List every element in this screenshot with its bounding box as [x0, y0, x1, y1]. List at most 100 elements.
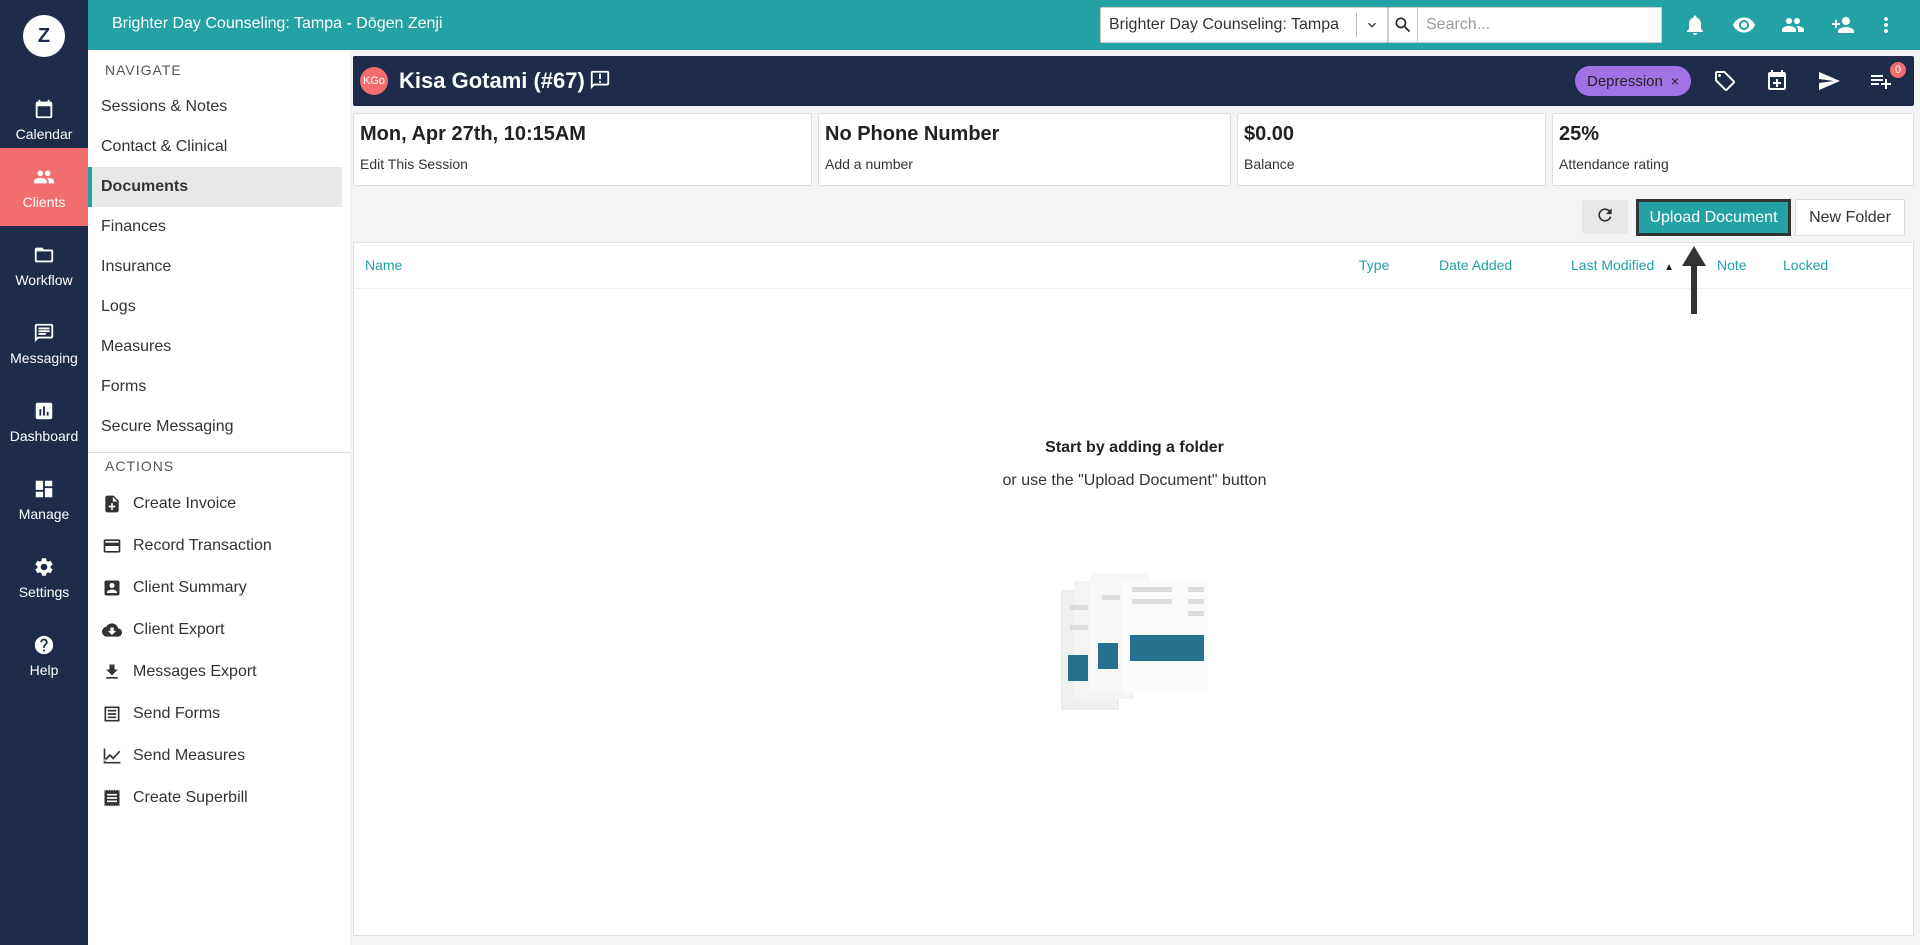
- sidebar-item-documents[interactable]: Documents: [88, 167, 342, 207]
- rail-label: Workflow: [15, 271, 73, 288]
- actions-section-label: ACTIONS: [105, 458, 175, 474]
- credit-card-icon: [101, 535, 123, 557]
- rail-label: Help: [29, 661, 59, 678]
- action-record-transaction[interactable]: Record Transaction: [88, 526, 342, 566]
- chevron-down-icon[interactable]: [1357, 17, 1387, 33]
- avatar[interactable]: KGo: [360, 67, 388, 95]
- sort-asc-icon: ▲: [1664, 262, 1675, 273]
- account-box-icon: [101, 577, 123, 599]
- rail-label: Settings: [18, 583, 70, 600]
- sidebar-item-measures[interactable]: Measures: [88, 327, 342, 367]
- clients-icon: [32, 165, 56, 189]
- action-label: Record Transaction: [133, 537, 272, 554]
- navigate-section-label: NAVIGATE: [105, 62, 182, 78]
- rail-item-manage[interactable]: Manage: [0, 460, 88, 538]
- action-messages-export[interactable]: Messages Export: [88, 652, 342, 692]
- action-client-summary[interactable]: Client Summary: [88, 568, 342, 608]
- rail-item-clients[interactable]: Clients: [0, 148, 88, 226]
- sidebar-divider: [88, 452, 350, 453]
- action-label: Client Export: [133, 621, 225, 638]
- rail-label: Calendar: [15, 125, 73, 142]
- send-icon[interactable]: [1816, 68, 1842, 94]
- calendar-icon: [32, 97, 56, 121]
- rail-item-calendar[interactable]: Calendar: [0, 80, 88, 158]
- column-header-last-modified[interactable]: Last Modified ▲: [1571, 257, 1674, 273]
- empty-documents-illustration: [1061, 573, 1208, 710]
- more-vert-icon[interactable]: [1873, 12, 1899, 38]
- add-person-icon[interactable]: [1830, 12, 1856, 38]
- phone-card[interactable]: No Phone Number Add a number: [818, 113, 1231, 186]
- rail-item-dashboard[interactable]: Dashboard: [0, 382, 88, 460]
- column-header-date-added[interactable]: Date Added: [1439, 257, 1512, 273]
- action-label: Create Superbill: [133, 789, 248, 806]
- rail-label: Messaging: [10, 349, 78, 366]
- practice-select[interactable]: Brighter Day Counseling: Tampa: [1100, 7, 1388, 43]
- edit-session-link[interactable]: Edit This Session: [360, 156, 468, 172]
- sidebar-item-contact-clinical[interactable]: Contact & Clinical: [88, 127, 342, 167]
- balance-card[interactable]: $0.00 Balance: [1237, 113, 1546, 186]
- gear-icon: [32, 555, 56, 579]
- documents-table: Name Type Date Added Last Modified ▲ Not…: [353, 242, 1914, 936]
- sidebar-item-logs[interactable]: Logs: [88, 287, 342, 327]
- folder-icon: [32, 243, 56, 267]
- action-client-export[interactable]: Client Export: [88, 610, 342, 650]
- action-label: Send Measures: [133, 747, 246, 764]
- cloud-download-icon: [101, 619, 123, 641]
- action-create-invoice[interactable]: Create Invoice: [88, 484, 342, 524]
- people-icon[interactable]: [1780, 12, 1806, 38]
- practice-select-value: Brighter Day Counseling: Tampa: [1109, 16, 1340, 33]
- dashboard-icon: [32, 477, 56, 501]
- left-rail: Z Calendar Clients Workflow Messaging Da…: [0, 0, 88, 945]
- sidebar-item-insurance[interactable]: Insurance: [88, 247, 342, 287]
- phone-number: No Phone Number: [825, 123, 1000, 145]
- rail-item-help[interactable]: Help: [0, 616, 88, 694]
- eye-icon[interactable]: [1731, 12, 1757, 38]
- rail-item-messaging[interactable]: Messaging: [0, 304, 88, 382]
- action-label: Create Invoice: [133, 495, 237, 512]
- sidebar-item-forms[interactable]: Forms: [88, 367, 342, 407]
- session-card[interactable]: Mon, Apr 27th, 10:15AM Edit This Session: [353, 113, 812, 186]
- attendance-value: 25%: [1559, 123, 1600, 145]
- action-label: Client Summary: [133, 579, 247, 596]
- refresh-button[interactable]: [1582, 200, 1628, 234]
- column-header-locked[interactable]: Locked: [1783, 257, 1828, 273]
- rail-item-workflow[interactable]: Workflow: [0, 226, 88, 304]
- upload-document-button[interactable]: Upload Document: [1636, 199, 1791, 236]
- action-label: Messages Export: [133, 663, 257, 680]
- tags-icon[interactable]: [1712, 68, 1738, 94]
- search-icon[interactable]: [1388, 7, 1418, 43]
- close-icon[interactable]: ×: [1671, 73, 1679, 89]
- chart-icon: [32, 399, 56, 423]
- diagnosis-tag[interactable]: Depression ×: [1575, 66, 1692, 96]
- bell-icon[interactable]: [1682, 12, 1708, 38]
- attendance-card[interactable]: 25% Attendance rating: [1552, 113, 1914, 186]
- sidebar-item-secure-messaging[interactable]: Secure Messaging: [88, 407, 342, 447]
- app-title: Brighter Day Counseling: Tampa - Dōgen Z…: [112, 15, 443, 32]
- column-header-note[interactable]: Note: [1717, 257, 1747, 273]
- add-number-link[interactable]: Add a number: [825, 156, 913, 172]
- next-session: Mon, Apr 27th, 10:15AM: [360, 123, 586, 145]
- refresh-icon: [1595, 205, 1615, 230]
- empty-state-title: Start by adding a folder: [1045, 439, 1224, 456]
- new-folder-button[interactable]: New Folder: [1795, 199, 1905, 236]
- app-logo[interactable]: Z: [23, 15, 65, 57]
- calendar-add-icon[interactable]: [1764, 68, 1790, 94]
- tag-label: Depression: [1587, 72, 1663, 90]
- rail-label: Dashboard: [9, 427, 79, 444]
- message-icon: [32, 321, 56, 345]
- search-input[interactable]: [1418, 7, 1662, 43]
- sidebar-item-finances[interactable]: Finances: [88, 207, 342, 247]
- column-header-name[interactable]: Name: [365, 257, 402, 273]
- balance-label: Balance: [1244, 156, 1295, 172]
- action-create-superbill[interactable]: Create Superbill: [88, 778, 342, 818]
- action-label: Send Forms: [133, 705, 221, 722]
- rail-item-settings[interactable]: Settings: [0, 538, 88, 616]
- sidebar-item-sessions-notes[interactable]: Sessions & Notes: [88, 87, 342, 127]
- column-header-type[interactable]: Type: [1359, 257, 1389, 273]
- rail-label: Manage: [18, 505, 70, 522]
- chat-icon[interactable]: [589, 69, 613, 93]
- action-send-measures[interactable]: Send Measures: [88, 736, 342, 776]
- rail-label: Clients: [22, 193, 66, 210]
- empty-state-subtitle: or use the "Upload Document" button: [1002, 472, 1267, 489]
- action-send-forms[interactable]: Send Forms: [88, 694, 342, 734]
